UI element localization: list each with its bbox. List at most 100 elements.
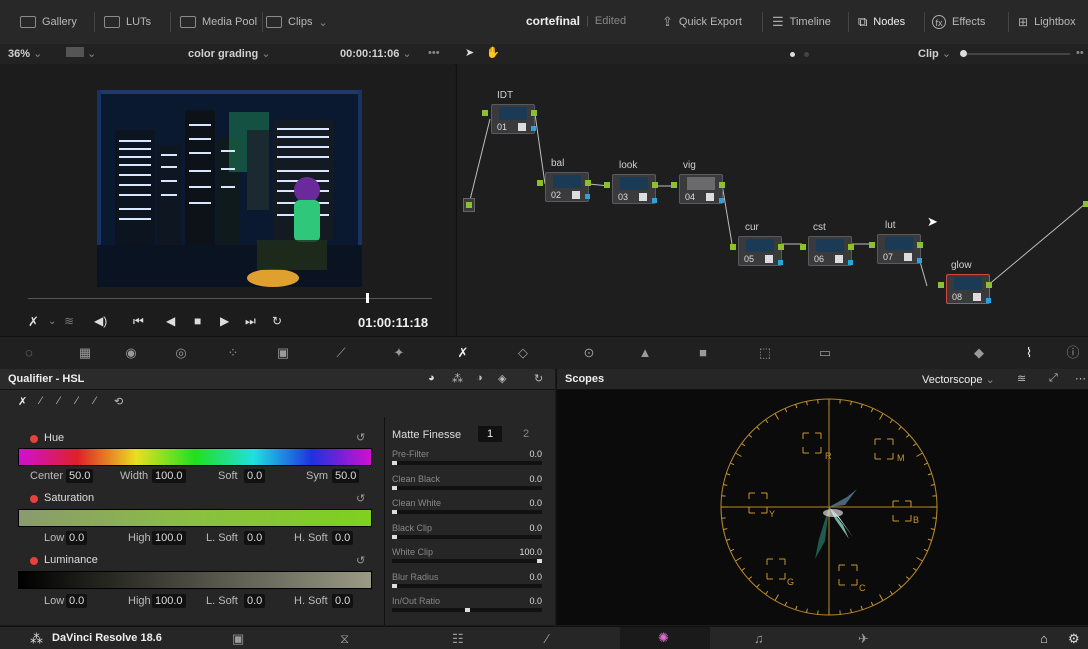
settings-gear-icon[interactable]: ⚙ <box>1068 631 1080 647</box>
viewer-image[interactable] <box>97 90 362 287</box>
node-06[interactable]: 06 <box>808 236 852 266</box>
info-icon[interactable]: ⓘ <box>1066 346 1080 360</box>
camera-raw-icon[interactable]: ◌ <box>22 346 36 360</box>
source-timecode-dropdown[interactable]: 00:00:11:06 ⌄ <box>340 47 412 60</box>
blur-icon[interactable]: ■ <box>696 346 710 360</box>
page-indicator-dot[interactable] <box>804 52 809 57</box>
matte-control-slider[interactable] <box>392 584 542 588</box>
color-match-icon[interactable]: ▦ <box>78 346 92 360</box>
volume-icon[interactable]: ◀) <box>94 314 107 328</box>
key-output-connector[interactable] <box>585 194 590 199</box>
play-reverse-icon[interactable]: ◀ <box>166 314 175 328</box>
node-04[interactable]: 04 <box>679 174 723 204</box>
saturation-enable-toggle[interactable] <box>30 495 38 503</box>
node-enable-checkbox[interactable] <box>835 255 843 263</box>
expand-icon[interactable]: ⤢ <box>1049 372 1058 385</box>
rgb-mixer-icon[interactable]: ⁘ <box>226 346 240 360</box>
input-connector[interactable] <box>537 180 543 186</box>
node-zoom-slider[interactable] <box>960 53 1070 55</box>
timeline-dropdown[interactable]: color grading ⌄ <box>188 47 271 60</box>
sat-high-field[interactable]: 100.0 <box>152 531 186 545</box>
slider-handle[interactable] <box>537 559 542 563</box>
matte-control-slider[interactable] <box>392 535 542 539</box>
output-connector[interactable] <box>652 182 658 188</box>
node-01[interactable]: 01 <box>491 104 535 134</box>
fairlight-page-icon[interactable]: ♫ <box>754 631 764 646</box>
node-enable-checkbox[interactable] <box>706 193 714 201</box>
playhead[interactable] <box>366 293 369 303</box>
stop-icon[interactable]: ■ <box>194 314 201 328</box>
skip-forward-icon[interactable]: ⏭ <box>245 314 256 329</box>
hdr-wheels-icon[interactable]: ◎ <box>174 346 188 360</box>
sat-lsoft-field[interactable]: 0.0 <box>244 531 265 545</box>
color-page-tab-active[interactable]: ✺ <box>620 627 710 649</box>
output-connector[interactable] <box>917 242 923 248</box>
media-pool-button[interactable]: Media Pool <box>180 14 257 30</box>
hand-tool-icon[interactable]: ✋ <box>486 46 500 59</box>
output-connector[interactable] <box>986 282 992 288</box>
saturation-reset-icon[interactable]: ↺ <box>356 492 365 505</box>
input-connector[interactable] <box>482 110 488 116</box>
node-03[interactable]: 03 <box>612 174 656 204</box>
hue-width-field[interactable]: 100.0 <box>152 469 186 483</box>
luminance-enable-toggle[interactable] <box>30 557 38 565</box>
sat-hsoft-field[interactable]: 0.0 <box>332 531 353 545</box>
sat-low-field[interactable]: 0.0 <box>66 531 87 545</box>
node-enable-checkbox[interactable] <box>765 255 773 263</box>
hue-soft-field[interactable]: 0.0 <box>244 469 265 483</box>
picker-tool-icon[interactable]: ✗ <box>18 395 27 408</box>
scopes-icon[interactable]: ⌇ <box>1022 346 1036 360</box>
feather-plus-icon[interactable]: ⁄ <box>94 395 96 407</box>
lum-hsoft-field[interactable]: 0.0 <box>332 594 353 608</box>
viewer-more-button[interactable]: ••• <box>428 47 440 59</box>
scope-settings-icon[interactable]: ≊ <box>1017 372 1026 385</box>
loop-icon[interactable]: ↻ <box>272 314 282 328</box>
scopes-more-button[interactable]: ⋯ <box>1075 372 1086 385</box>
color-picker-icon[interactable]: ✗ <box>28 314 39 330</box>
matte-tab-1[interactable]: 1 <box>478 426 502 442</box>
edit-page-icon[interactable]: ☷ <box>452 631 464 647</box>
cut-page-icon[interactable]: ⧖ <box>340 631 349 647</box>
timeline-button[interactable]: ☰ Timeline <box>772 14 831 30</box>
output-connector[interactable] <box>719 182 725 188</box>
input-connector[interactable] <box>730 244 736 250</box>
output-connector[interactable] <box>466 202 472 208</box>
color-warper-icon[interactable]: ✦ <box>392 346 406 360</box>
lum-lsoft-field[interactable]: 0.0 <box>244 594 265 608</box>
matte-control-value[interactable]: 100.0 <box>519 547 542 557</box>
slider-handle[interactable] <box>392 584 397 588</box>
window-icon[interactable]: ◇ <box>516 346 530 360</box>
page-indicator-dot[interactable] <box>790 52 795 57</box>
sizing-icon[interactable]: ▭ <box>818 346 832 360</box>
input-connector[interactable] <box>604 182 610 188</box>
matte-control-value[interactable]: 0.0 <box>529 523 542 533</box>
node-mode-dropdown[interactable]: Clip ⌄ <box>918 47 951 60</box>
matte-control-value[interactable]: 0.0 <box>529 449 542 459</box>
lightbox-button[interactable]: ⊞ Lightbox <box>1018 14 1076 30</box>
matte-control-value[interactable]: 0.0 <box>529 596 542 606</box>
hue-sym-field[interactable]: 50.0 <box>332 469 359 483</box>
source-input-node[interactable] <box>463 198 475 212</box>
matte-control-value[interactable]: 0.0 <box>529 572 542 582</box>
input-connector[interactable] <box>671 182 677 188</box>
keyframes-icon[interactable]: ◆ <box>972 346 986 360</box>
saturation-range-bar[interactable] <box>18 509 372 527</box>
matte-control-slider[interactable] <box>392 510 542 514</box>
slider-handle[interactable] <box>392 486 397 490</box>
key-output-connector[interactable] <box>848 260 853 265</box>
fusion-page-icon[interactable]: ⁄ <box>546 631 548 646</box>
key-output-connector[interactable] <box>986 298 991 303</box>
node-enable-checkbox[interactable] <box>973 293 981 301</box>
luminance-reset-icon[interactable]: ↺ <box>356 554 365 567</box>
key-output-connector[interactable] <box>652 198 657 203</box>
pointer-tool-icon[interactable]: ➤ <box>465 46 474 59</box>
matte-control-slider[interactable] <box>392 559 542 563</box>
hue-center-field[interactable]: 50.0 <box>66 469 93 483</box>
luminance-range-bar[interactable] <box>18 571 372 589</box>
magic-mask-icon[interactable]: ▲ <box>638 346 652 360</box>
key-output-connector[interactable] <box>719 198 724 203</box>
input-connector[interactable] <box>800 244 806 250</box>
picker-minus-icon[interactable]: ⁄ <box>40 395 42 407</box>
3d-mode-icon[interactable]: ◈ <box>498 372 506 385</box>
scope-type-dropdown[interactable]: Vectorscope ⌄ <box>922 373 995 386</box>
